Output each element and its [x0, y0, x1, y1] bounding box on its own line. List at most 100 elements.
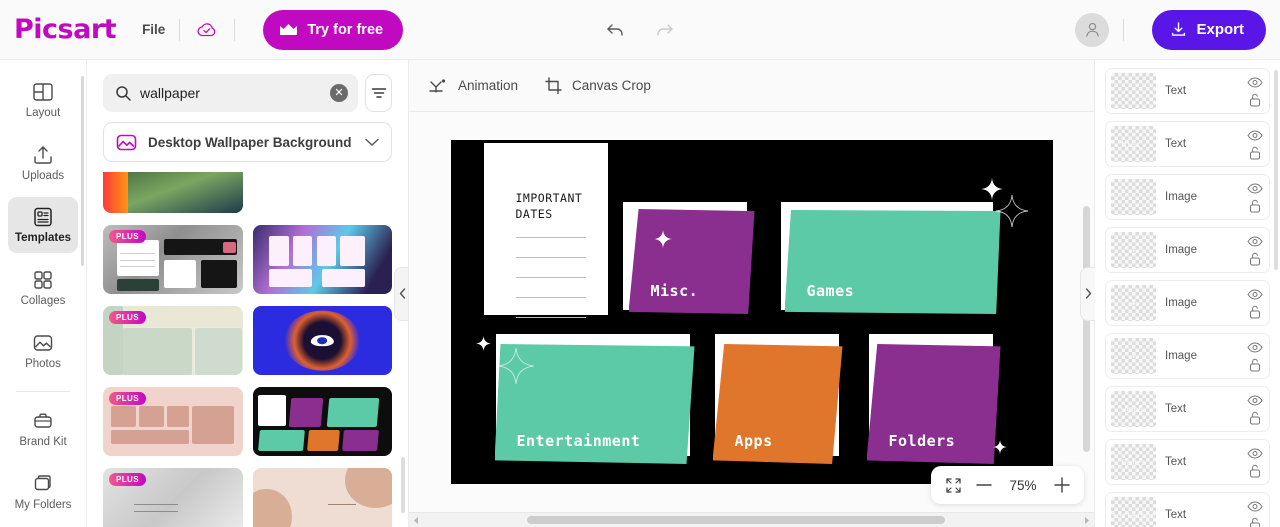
sidebar-item-label: Layout	[25, 106, 61, 119]
sidebar-item-photos[interactable]: Photos	[8, 323, 78, 379]
template-thumbnail[interactable]	[252, 306, 392, 375]
entertainment-card[interactable]: Entertainment	[494, 344, 695, 464]
games-card[interactable]: Games	[784, 210, 1001, 314]
eye-visible-icon[interactable]	[1247, 446, 1263, 460]
apps-card[interactable]: Apps	[712, 344, 843, 464]
eye-visible-icon[interactable]	[1247, 128, 1263, 142]
unlock-icon[interactable]	[1247, 411, 1263, 425]
try-for-free-button[interactable]: Try for free	[263, 9, 404, 50]
important-dates-title: IMPORTANT DATES	[515, 191, 583, 221]
filter-button[interactable]	[365, 74, 392, 112]
search-input[interactable]	[140, 85, 321, 101]
sidebar-item-layout[interactable]: Layout	[8, 72, 78, 128]
sidebar-item-templates[interactable]: Templates	[8, 197, 78, 254]
animation-button[interactable]: Animation	[429, 78, 518, 94]
canvas-vertical-scrollbar[interactable]	[1083, 172, 1090, 472]
scroll-right-arrow-icon[interactable]	[1083, 516, 1091, 525]
sparkle-icon	[475, 336, 491, 351]
table-row[interactable]: Text	[1105, 68, 1270, 114]
unlock-icon[interactable]	[1247, 358, 1263, 372]
canvas-crop-button[interactable]: Canvas Crop	[544, 76, 651, 95]
apps-card-label: Apps	[734, 432, 773, 450]
zoom-control: 75%	[931, 466, 1084, 504]
crop-icon	[544, 76, 563, 95]
file-menu[interactable]: File	[142, 22, 165, 37]
collapse-panel-button[interactable]	[394, 266, 408, 321]
sidebar-item-brand-kit[interactable]: Brand Kit	[8, 402, 78, 458]
table-row[interactable]: ✦ Image	[1105, 227, 1270, 273]
zoom-in-button[interactable]	[1054, 477, 1070, 493]
canvas-crop-label: Canvas Crop	[572, 78, 651, 93]
upload-icon	[32, 144, 54, 166]
user-avatar-icon[interactable]	[1075, 12, 1110, 47]
canvas-horizontal-scrollbar[interactable]	[409, 512, 1094, 527]
scroll-left-arrow-icon[interactable]	[412, 516, 420, 525]
template-thumbnail[interactable]	[252, 468, 392, 527]
header-divider-1	[179, 18, 181, 41]
template-thumbnail[interactable]: PLUS	[103, 225, 243, 294]
unlock-icon[interactable]	[1247, 517, 1263, 527]
eye-visible-icon[interactable]	[1247, 340, 1263, 354]
category-dropdown[interactable]: Desktop Wallpaper Background	[103, 122, 392, 162]
sidebar-item-label: Templates	[14, 232, 72, 245]
misc-card[interactable]: Misc.	[628, 209, 755, 314]
unlock-icon[interactable]	[1247, 464, 1263, 478]
layers-scrollbar[interactable]	[1274, 70, 1278, 270]
template-thumbnail[interactable]: PLUS	[103, 468, 243, 527]
layer-type-label: Text	[1165, 85, 1187, 97]
eye-visible-icon[interactable]	[1247, 181, 1263, 195]
clear-search-icon[interactable]: ✕	[330, 84, 348, 102]
unlock-icon[interactable]	[1247, 93, 1263, 107]
design-canvas[interactable]: IMPORTANT DATES Misc. Games Entertainmen…	[450, 140, 1053, 484]
unlock-icon[interactable]	[1247, 146, 1263, 160]
panel-scrollbar[interactable]	[401, 457, 405, 513]
template-thumbnail[interactable]	[252, 225, 392, 294]
table-row[interactable]: Entertainment Text	[1105, 492, 1270, 527]
eye-visible-icon[interactable]	[1247, 287, 1263, 301]
eye-visible-icon[interactable]	[1247, 393, 1263, 407]
search-box[interactable]: ✕	[103, 74, 358, 112]
table-row[interactable]: Image	[1105, 174, 1270, 220]
sidebar-item-my-folders[interactable]: My Folders	[8, 464, 78, 520]
cloud-check-icon[interactable]	[194, 19, 220, 41]
template-thumbnail[interactable]	[252, 172, 392, 213]
template-thumbnail[interactable]	[103, 172, 243, 213]
important-dates-card[interactable]: IMPORTANT DATES	[483, 143, 608, 318]
zoom-out-button[interactable]	[976, 482, 992, 488]
eye-visible-icon[interactable]	[1247, 75, 1263, 89]
unlock-icon[interactable]	[1247, 199, 1263, 213]
table-row[interactable]: ✦ Image	[1105, 333, 1270, 379]
collapse-layers-button[interactable]	[1080, 266, 1095, 321]
undo-button[interactable]	[603, 17, 629, 43]
template-thumbnail[interactable]: PLUS	[103, 387, 243, 456]
table-row[interactable]: Misc. Text	[1105, 121, 1270, 167]
rail-divider	[16, 390, 70, 392]
eye-visible-icon[interactable]	[1247, 234, 1263, 248]
app-header: Picsart File Try for free Export	[0, 0, 1280, 60]
canvas-stage[interactable]: IMPORTANT DATES Misc. Games Entertainmen…	[409, 112, 1094, 512]
template-thumbnail[interactable]	[252, 387, 392, 456]
table-row[interactable]: ✦ Image	[1105, 280, 1270, 326]
layer-preview-text: Games	[1121, 457, 1146, 467]
canvas-area: Animation Canvas Crop IMPORTANT DATES Mi…	[409, 60, 1095, 527]
sidebar-item-collages[interactable]: Collages	[8, 260, 78, 316]
unlock-icon[interactable]	[1247, 305, 1263, 319]
sidebar-item-uploads[interactable]: Uploads	[8, 135, 78, 191]
eye-visible-icon[interactable]	[1247, 499, 1263, 513]
fit-to-screen-icon[interactable]	[945, 477, 962, 494]
folders-card[interactable]: Folders	[866, 344, 1001, 464]
redo-button[interactable]	[651, 17, 677, 43]
layer-preview-text: ✦	[1131, 351, 1136, 361]
export-button[interactable]: Export	[1152, 9, 1266, 50]
table-row[interactable]: Games Text	[1105, 439, 1270, 485]
layer-preview-text: Misc.	[1121, 139, 1146, 149]
picsart-logo[interactable]: Picsart	[14, 16, 117, 43]
template-thumbnail[interactable]: PLUS	[103, 306, 243, 375]
try-for-free-label: Try for free	[307, 21, 384, 38]
layer-preview-text	[1111, 179, 1156, 215]
layer-preview-text: ✦	[1131, 245, 1136, 255]
rail-scrollbar[interactable]	[81, 76, 84, 266]
unlock-icon[interactable]	[1247, 252, 1263, 266]
crown-icon	[279, 23, 298, 37]
table-row[interactable]: Apps Text	[1105, 386, 1270, 432]
